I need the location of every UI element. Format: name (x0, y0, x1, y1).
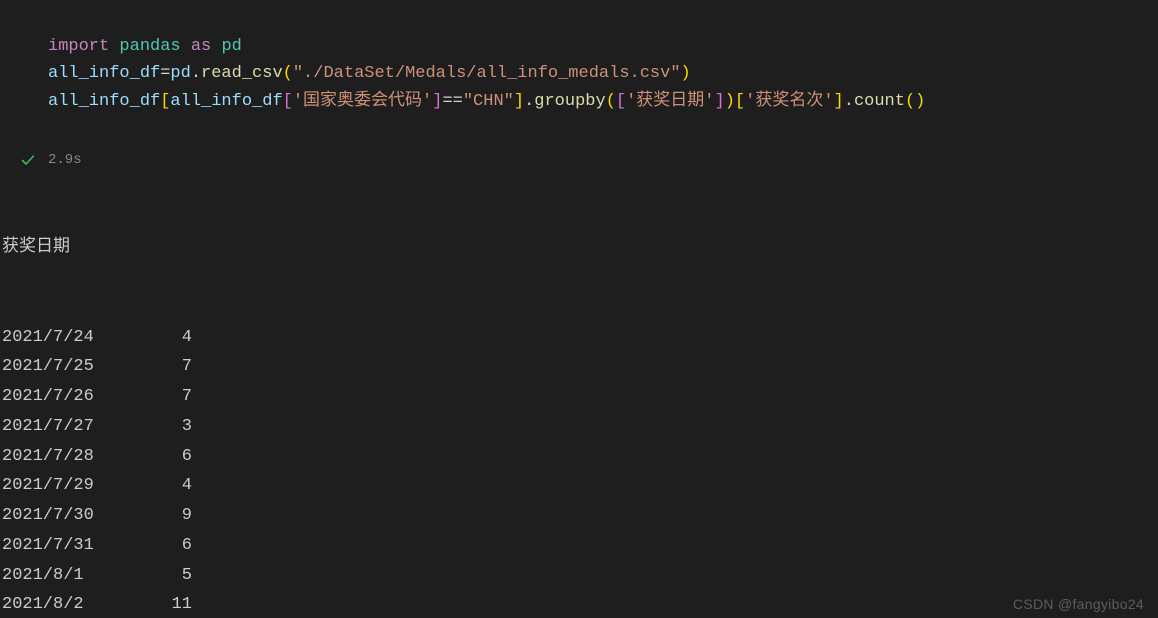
paren-open: ( (905, 92, 915, 111)
output-row: 2021/7/286 (2, 442, 1158, 472)
bracket-open-2: [ (283, 92, 293, 111)
output-count: 11 (152, 590, 192, 618)
output-date: 2021/7/30 (2, 501, 152, 531)
list-open: [ (616, 92, 626, 111)
output-header: 获奖日期 (2, 233, 1158, 263)
paren-close: ) (725, 92, 735, 111)
output-date: 2021/7/27 (2, 412, 152, 442)
paren-open: ( (606, 92, 616, 111)
func-count: count (854, 92, 905, 111)
keyword-as: as (191, 37, 211, 56)
bracket-close-2: ] (432, 92, 442, 111)
output-count: 3 (152, 412, 192, 442)
string-path: "./DataSet/Medals/all_info_medals.csv" (293, 64, 681, 83)
dot: . (191, 64, 201, 83)
output-count: 6 (152, 442, 192, 472)
output-date: 2021/8/1 (2, 561, 152, 591)
output-count: 6 (152, 531, 192, 561)
var-all-info-df-2: all_info_df (170, 92, 282, 111)
paren-open: ( (283, 64, 293, 83)
code-editor[interactable]: import pandas as pd all_info_df=pd.read_… (0, 6, 1158, 142)
output-count: 7 (152, 382, 192, 412)
paren-close: ) (681, 64, 691, 83)
output-row: 2021/7/294 (2, 471, 1158, 501)
output-row: 2021/7/316 (2, 531, 1158, 561)
bracket-close: ] (834, 92, 844, 111)
string-col-country: '国家奥委会代码' (293, 92, 432, 111)
output-count: 7 (152, 352, 192, 382)
op-eqeq: == (442, 92, 462, 111)
var-pd: pd (170, 64, 190, 83)
notebook-cell: import pandas as pd all_info_df=pd.read_… (0, 0, 1158, 618)
output-row: 2021/7/273 (2, 412, 1158, 442)
code-line-3: all_info_df[all_info_df['国家奥委会代码']=="CHN… (48, 92, 925, 111)
paren-close: ) (915, 92, 925, 111)
dot: . (524, 92, 534, 111)
output-count: 9 (152, 501, 192, 531)
output-count: 4 (152, 323, 192, 353)
bracket-open: [ (735, 92, 745, 111)
output-date: 2021/7/26 (2, 382, 152, 412)
keyword-import: import (48, 37, 109, 56)
op-assign: = (160, 64, 170, 83)
code-line-1: import pandas as pd (48, 37, 242, 56)
var-all-info-df: all_info_df (48, 64, 160, 83)
func-groupby: groupby (534, 92, 605, 111)
output-row: 2021/7/267 (2, 382, 1158, 412)
output-row: 2021/8/15 (2, 561, 1158, 591)
execution-status: 2.9s (0, 152, 1158, 168)
string-chn: "CHN" (463, 92, 514, 111)
cell-output[interactable]: 获奖日期 2021/7/2442021/7/2572021/7/2672021/… (0, 174, 1158, 618)
output-rows: 2021/7/2442021/7/2572021/7/2672021/7/273… (2, 323, 1158, 618)
func-read-csv: read_csv (201, 64, 283, 83)
output-row: 2021/7/257 (2, 352, 1158, 382)
alias-pd: pd (221, 37, 241, 56)
output-row: 2021/8/211 (2, 590, 1158, 618)
bracket-close: ] (514, 92, 524, 111)
output-date: 2021/7/24 (2, 323, 152, 353)
output-date: 2021/8/2 (2, 590, 152, 618)
module-pandas: pandas (119, 37, 180, 56)
output-date: 2021/7/28 (2, 442, 152, 472)
string-col-rank: '获奖名次' (745, 92, 833, 111)
output-count: 4 (152, 471, 192, 501)
dot: . (844, 92, 854, 111)
bracket-open: [ (160, 92, 170, 111)
var-all-info-df: all_info_df (48, 92, 160, 111)
check-icon (20, 152, 36, 168)
watermark-text: CSDN @fangyibo24 (1013, 596, 1144, 612)
output-date: 2021/7/25 (2, 352, 152, 382)
output-row: 2021/7/244 (2, 323, 1158, 353)
output-date: 2021/7/31 (2, 531, 152, 561)
execution-time: 2.9s (48, 152, 82, 168)
code-line-2: all_info_df=pd.read_csv("./DataSet/Medal… (48, 64, 691, 83)
string-col-date: '获奖日期' (626, 92, 714, 111)
output-date: 2021/7/29 (2, 471, 152, 501)
output-count: 5 (152, 561, 192, 591)
list-close: ] (715, 92, 725, 111)
output-row: 2021/7/309 (2, 501, 1158, 531)
